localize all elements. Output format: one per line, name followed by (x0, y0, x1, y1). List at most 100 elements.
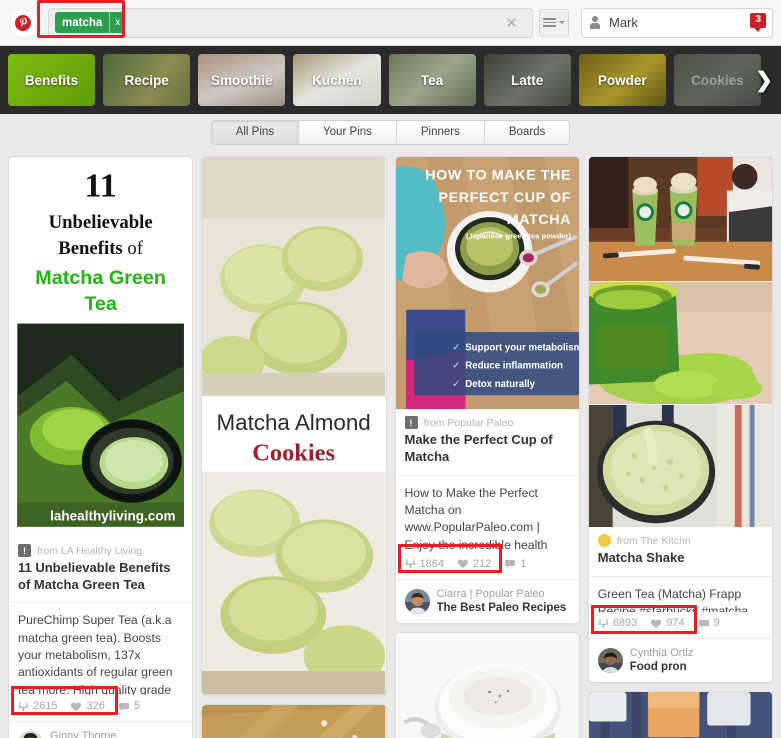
category-tile-kuchen[interactable]: Kuchen (293, 54, 381, 106)
pin-card[interactable]: from The Kitchn Matcha Shake Green Tea (… (587, 156, 773, 684)
filter-tabs-row: All Pins Your Pins Pinners Boards (0, 114, 781, 150)
source-favicon-icon: ! (18, 544, 31, 558)
heart-icon (71, 702, 82, 711)
svg-text:(Japanese green tea powder): (Japanese green tea powder) (466, 231, 572, 240)
pin-image[interactable] (588, 281, 772, 405)
pin-title[interactable]: 11 Unbelievable Benefits of Matcha Green… (9, 559, 192, 602)
svg-text:Reduce inflammation: Reduce inflammation (465, 361, 563, 372)
svg-text:Detox naturally: Detox naturally (465, 379, 535, 390)
pin-user[interactable]: Cynthia Ortiz Food pron (588, 638, 772, 682)
pin-board-name[interactable]: Food pron (630, 660, 694, 675)
tab-your-pins[interactable]: Your Pins (299, 120, 397, 144)
clear-search-icon[interactable]: ✕ (495, 14, 528, 32)
svg-text:MATCHA: MATCHA (506, 212, 570, 228)
source-label: from Popular Paleo (423, 416, 514, 429)
source-label: from The Kitchn (616, 534, 691, 547)
pin-image[interactable] (588, 157, 772, 282)
source-favicon-icon: ! (404, 416, 418, 430)
repin-stat[interactable]: 1864 (404, 557, 444, 570)
chevron-down-icon (559, 21, 565, 24)
person-icon (588, 15, 602, 31)
pin-card[interactable]: 11 Unbelievable Benefits of Matcha Green… (8, 156, 194, 738)
like-count: 326 (86, 700, 105, 713)
svg-text:Cookies: Cookies (252, 439, 335, 466)
category-tile-cookies[interactable]: Cookies (673, 54, 761, 106)
search-token-remove-icon[interactable]: x (109, 12, 125, 33)
pin-user-name[interactable]: Ciarra | Popular Paleo (437, 587, 567, 601)
pin-user-name[interactable]: Cynthia Ortiz (630, 646, 694, 660)
pin-image[interactable] (588, 692, 772, 738)
pin-user-name[interactable]: Ginny Thorne (50, 729, 116, 738)
category-label: Benefits (24, 72, 79, 88)
comment-count: 1 (520, 557, 527, 570)
repin-stat[interactable]: 6893 (597, 617, 637, 629)
avatar[interactable] (597, 648, 623, 674)
tab-pinners[interactable]: Pinners (396, 120, 485, 144)
pin-user[interactable]: Ginny Thorne super tea (9, 721, 193, 738)
comment-icon (698, 619, 709, 628)
pin-image[interactable]: HOW TO MAKE THE PERFECT CUP OF MATCHA (J… (395, 157, 579, 410)
category-tile-smoothie[interactable]: Smoothie (198, 54, 286, 106)
pin-title[interactable]: Matcha Shake (589, 549, 772, 576)
pin-stats: 2615 326 5 (9, 686, 192, 721)
tab-all-pins[interactable]: All Pins (211, 120, 300, 144)
comment-stat[interactable]: 5 (118, 700, 140, 712)
pin-source[interactable]: from The Kitchn (589, 527, 772, 549)
category-strip: Benefits Recipe Smoothie Kuchen Tea Latt… (0, 46, 781, 114)
search-input[interactable] (125, 8, 496, 37)
notification-badge[interactable]: 3 (750, 12, 766, 32)
pin-card[interactable]: Matcha Almond Cookies (201, 156, 387, 696)
repin-count: 2615 (33, 700, 58, 713)
source-favicon-icon (597, 534, 611, 548)
pin-stats: 6893 974 9 (589, 605, 772, 638)
pin-user[interactable]: Ciarra | Popular Paleo The Best Paleo Re… (395, 578, 579, 623)
avatar[interactable] (18, 731, 43, 738)
search-token-matcha[interactable]: matcha x (55, 12, 126, 33)
pin-image[interactable] (395, 632, 579, 738)
like-stat[interactable]: 212 (457, 558, 491, 570)
search-token-label: matcha (62, 16, 103, 29)
category-label: Powder (597, 72, 647, 88)
category-tile-latte[interactable]: Latte (483, 54, 571, 106)
pin-card[interactable]: HOW TO MAKE THE PERFECT CUP OF MATCHA (J… (394, 156, 580, 624)
repin-count: 1864 (419, 557, 444, 570)
category-tile-powder[interactable]: Powder (578, 54, 666, 106)
like-stat[interactable]: 974 (650, 617, 685, 630)
comment-count: 9 (713, 617, 720, 630)
pin-column-4: from The Kitchn Matcha Shake Green Tea (… (587, 156, 773, 738)
user-name-label: Mark (609, 15, 638, 30)
pin-image[interactable] (588, 404, 772, 528)
category-label: Latte (511, 72, 544, 88)
pin-title[interactable]: Make the Perfect Cup of Matcha (396, 431, 579, 474)
like-stat[interactable]: 326 (70, 700, 105, 713)
user-menu[interactable]: Mark 3 (581, 7, 773, 38)
pin-description: Green Tea (Matcha) Frapp Recipe #starbuc… (588, 576, 772, 612)
comment-stat[interactable]: 1 (504, 558, 526, 570)
pin-card[interactable]: from Rasa Malaysia Matcha Cookies with A… (201, 703, 387, 738)
svg-text:Tea: Tea (84, 293, 118, 315)
tab-boards[interactable]: Boards (484, 120, 570, 144)
pin-image[interactable]: Matcha Almond Cookies (202, 157, 386, 695)
comment-stat[interactable]: 9 (698, 617, 720, 629)
menu-button[interactable] (539, 8, 569, 37)
pin-board-name[interactable]: The Best Paleo Recipes (437, 601, 567, 616)
category-tile-recipe[interactable]: Recipe (103, 54, 191, 106)
source-label: from LA Healthy Living (37, 544, 143, 557)
pin-source[interactable]: ! from LA Healthy Living (9, 537, 192, 559)
repin-stat[interactable]: 2615 (18, 700, 57, 712)
svg-text:Unbelievable: Unbelievable (49, 212, 153, 233)
category-tile-benefits[interactable]: Benefits (8, 54, 96, 106)
pin-card[interactable] (394, 631, 580, 738)
pinterest-logo-icon[interactable] (10, 9, 36, 36)
category-label: Smoothie (211, 72, 273, 88)
pin-image[interactable]: 11 Unbelievable Benefits of Matcha Green… (9, 157, 193, 538)
like-count: 974 (666, 617, 685, 630)
category-next-arrow-icon[interactable]: ❯ (755, 68, 773, 93)
avatar[interactable] (404, 588, 430, 614)
pin-source[interactable]: ! from Popular Paleo (396, 409, 579, 431)
svg-text:lahealthyliving.com: lahealthyliving.com (50, 508, 175, 523)
search-bar[interactable]: matcha x ✕ (37, 0, 533, 38)
category-tile-tea[interactable]: Tea (388, 54, 476, 106)
pin-image[interactable] (202, 704, 386, 738)
pin-card[interactable] (587, 691, 773, 738)
